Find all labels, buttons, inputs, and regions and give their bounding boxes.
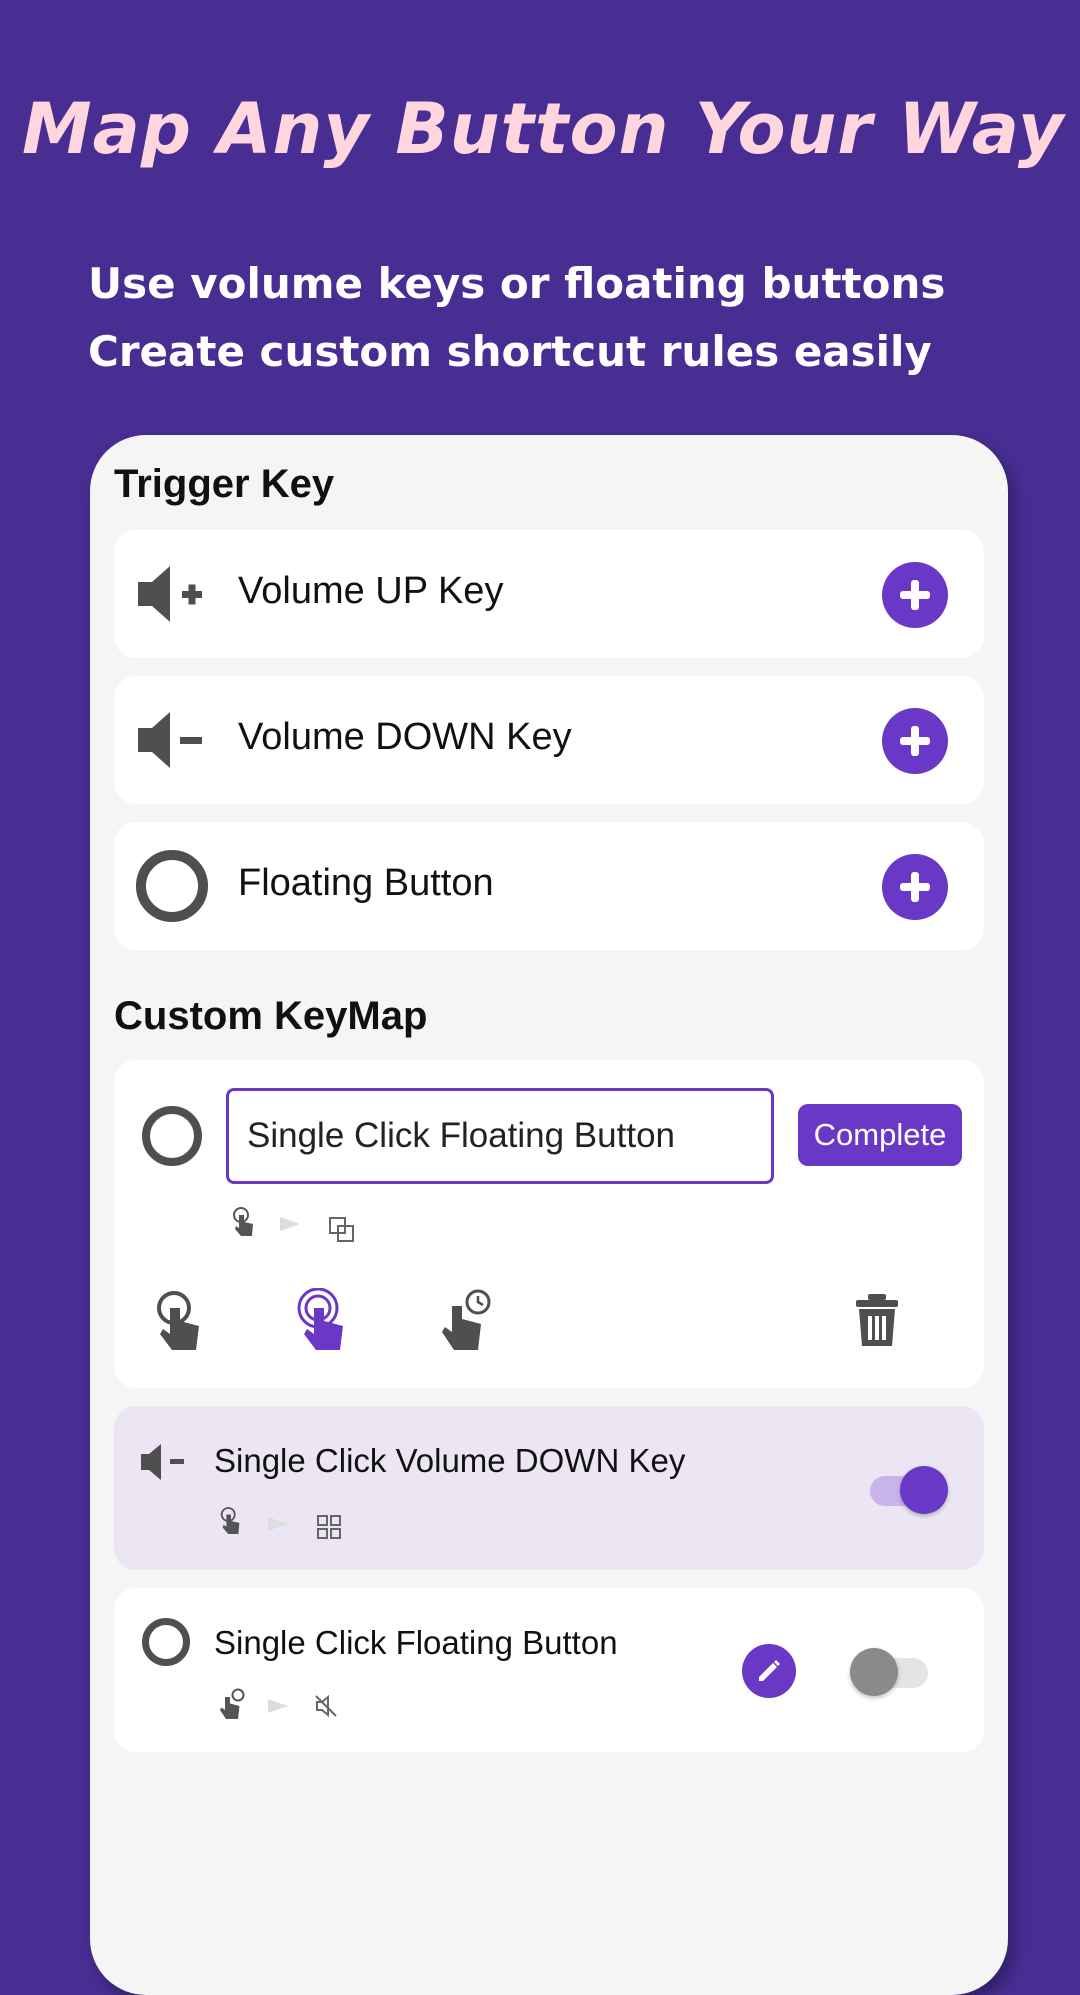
keymap-editor-card: Complete	[114, 1060, 984, 1388]
trigger-key-title: Trigger Key	[114, 462, 335, 506]
volume-down-icon	[138, 712, 202, 768]
arrow-right-icon	[280, 1217, 300, 1231]
keymap-name-input[interactable]	[226, 1088, 774, 1184]
single-tap-icon	[220, 1507, 240, 1534]
keymap-row-label: Single Click Volume DOWN Key	[214, 1442, 686, 1479]
pencil-icon	[759, 1660, 780, 1681]
trigger-item-label: Volume UP Key	[238, 570, 504, 612]
trigger-item-volume-down[interactable]: Volume DOWN Key	[114, 676, 984, 804]
toggle-thumb	[850, 1648, 898, 1696]
keymap-toggle[interactable]	[850, 1642, 928, 1702]
arrow-right-icon	[268, 1699, 288, 1713]
edit-button[interactable]	[742, 1644, 796, 1698]
floating-button-icon	[136, 850, 208, 922]
grid-icon	[317, 1515, 341, 1539]
trigger-item-floating-button[interactable]: Floating Button	[114, 822, 984, 950]
trigger-item-label: Floating Button	[238, 862, 494, 904]
subtitle-line-1: Use volume keys or floating buttons	[88, 259, 946, 308]
add-volume-down-button[interactable]	[882, 708, 948, 774]
mute-icon	[315, 1694, 337, 1718]
double-click-action-icon[interactable]	[296, 1288, 352, 1352]
keymap-row-floating-button[interactable]: Single Click Floating Button	[114, 1588, 984, 1752]
volume-up-icon	[138, 566, 202, 622]
complete-button[interactable]: Complete	[798, 1104, 962, 1166]
single-click-action-icon[interactable]	[154, 1290, 204, 1352]
long-press-icon	[220, 1688, 245, 1719]
trash-icon[interactable]	[854, 1292, 900, 1348]
subtitle-line-2: Create custom shortcut rules easily	[88, 327, 932, 376]
toggle-thumb	[900, 1466, 948, 1514]
subtitle: Use volume keys or floating buttons Crea…	[88, 250, 1048, 386]
headline: Map Any Button Your Way	[22, 88, 1065, 170]
trigger-item-label: Volume DOWN Key	[238, 716, 572, 758]
add-floating-button-button[interactable]	[882, 854, 948, 920]
single-tap-icon	[233, 1207, 253, 1236]
keymap-toggle[interactable]	[870, 1460, 948, 1520]
trigger-item-volume-up[interactable]: Volume UP Key	[114, 530, 984, 658]
floating-button-icon	[142, 1618, 190, 1666]
floating-button-icon	[142, 1106, 202, 1166]
custom-keymap-title: Custom KeyMap	[114, 994, 428, 1038]
keymap-row-label: Single Click Floating Button	[214, 1624, 618, 1661]
long-press-action-icon[interactable]	[438, 1288, 494, 1352]
add-volume-up-button[interactable]	[882, 562, 948, 628]
keymap-row-volume-down[interactable]: Single Click Volume DOWN Key	[114, 1406, 984, 1570]
arrow-right-icon	[268, 1517, 288, 1531]
copy-icon	[329, 1217, 354, 1242]
volume-down-icon	[141, 1444, 184, 1480]
